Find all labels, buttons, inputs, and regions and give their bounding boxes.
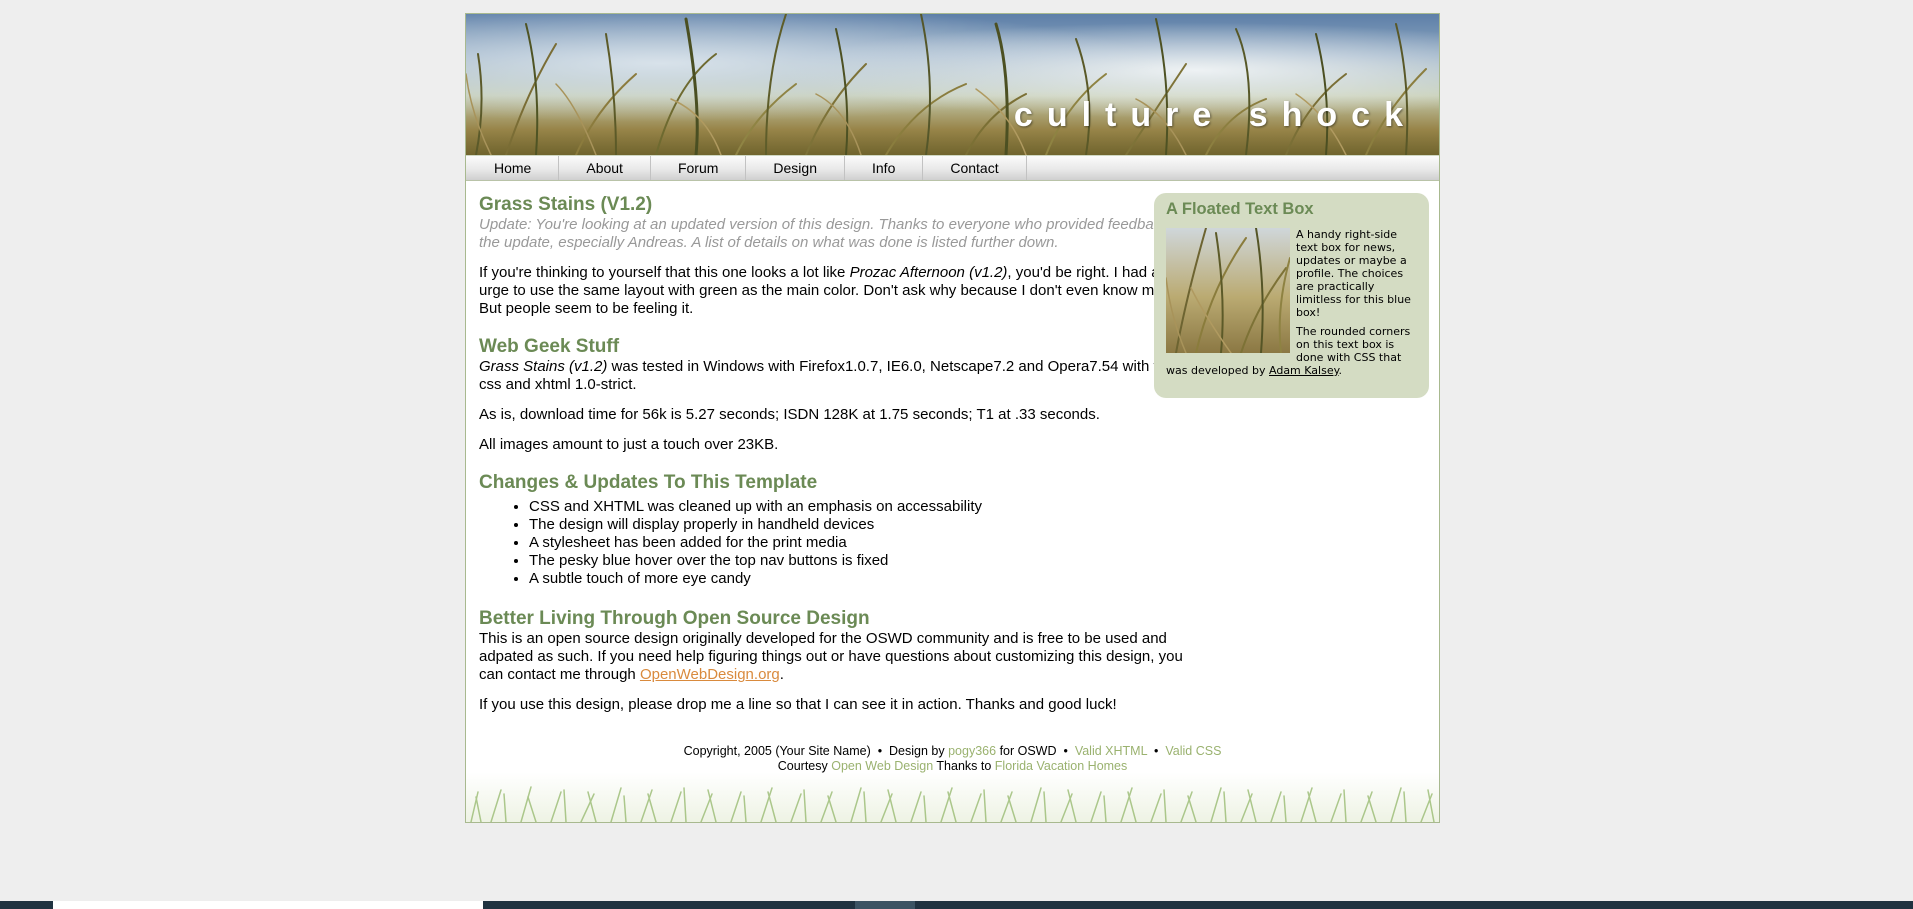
openwebdesign-link[interactable]: OpenWebDesign.org [640, 666, 780, 683]
separator: • [1154, 744, 1159, 758]
page-container: culture shock Home About Forum Design In… [465, 13, 1440, 823]
thanks-to-text: Thanks to [936, 759, 992, 773]
testing-paragraph: Grass Stains (v1.2) was tested in Window… [479, 358, 1199, 394]
design-by-text: Design by [889, 744, 945, 758]
copyright-text: Copyright, 2005 (Your Site Name) [683, 744, 871, 758]
prozac-reference: Prozac Afternoon (v1.2) [849, 264, 1008, 281]
update-note: Update: You're looking at an updated ver… [479, 216, 1191, 251]
heading-web-geek-stuff: Web Geek Stuff [479, 336, 620, 357]
list-item: The design will display properly in hand… [529, 516, 1199, 534]
grass-thumbnail-image [1166, 228, 1290, 353]
separator: • [1063, 744, 1068, 758]
intro-paragraph: If you're thinking to yourself that this… [479, 264, 1199, 318]
florida-vacation-homes-link[interactable]: Florida Vacation Homes [995, 759, 1127, 773]
changes-list: CSS and XHTML was cleaned up with an emp… [479, 498, 1199, 588]
valid-xhtml-link[interactable]: Valid XHTML [1075, 744, 1147, 758]
main-content: Grass Stains (V1.2) Update: You're looki… [479, 194, 1199, 726]
download-time-paragraph: As is, download time for 56k is 5.27 sec… [479, 406, 1100, 423]
author-link[interactable]: pogy366 [948, 744, 996, 758]
floated-text-box: A Floated Text Box A handy right-side te… [1154, 193, 1429, 398]
valid-css-link[interactable]: Valid CSS [1165, 744, 1221, 758]
adam-kalsey-link[interactable]: Adam Kalsey [1269, 364, 1339, 377]
open-source-paragraph: This is an open source design originally… [479, 630, 1199, 684]
closing-paragraph: If you use this design, please drop me a… [479, 696, 1117, 713]
separator: • [877, 744, 883, 758]
taskbar-active-app[interactable] [855, 901, 915, 909]
image-size-paragraph: All images amount to just a touch over 2… [479, 436, 779, 453]
taskbar-search-box[interactable] [53, 901, 483, 909]
os-taskbar [0, 901, 1913, 909]
heading-changes-updates: Changes & Updates To This Template [479, 472, 818, 493]
footer-line-1: Copyright, 2005 (Your Site Name) • Desig… [466, 744, 1439, 759]
open-source-text: This is an open source design originally… [479, 630, 1183, 683]
period: . [779, 666, 784, 683]
nav-info[interactable]: Info [845, 156, 924, 180]
nav-contact[interactable]: Contact [923, 156, 1027, 180]
site-title: culture shock [1013, 96, 1417, 134]
nav-design[interactable]: Design [746, 156, 845, 180]
list-item: CSS and XHTML was cleaned up with an emp… [529, 498, 1199, 516]
footer-text: Copyright, 2005 (Your Site Name) • Desig… [466, 744, 1439, 774]
heading-open-source: Better Living Through Open Source Design [479, 608, 870, 629]
sidebar-title: A Floated Text Box [1166, 200, 1314, 218]
list-item: A subtle touch of more eye candy [529, 570, 1199, 588]
period: . [1338, 364, 1343, 377]
for-oswd-text: for OSWD [999, 744, 1057, 758]
nav-forum[interactable]: Forum [651, 156, 747, 180]
list-item: A stylesheet has been added for the prin… [529, 534, 1199, 552]
footer-line-2: Courtesy Open Web Design Thanks to Flori… [466, 759, 1439, 774]
courtesy-text: Courtesy [777, 759, 828, 773]
nav-home[interactable]: Home [466, 156, 560, 180]
nav-about[interactable]: About [559, 156, 651, 180]
grass-stains-reference: Grass Stains (v1.2) [479, 358, 608, 375]
footer: Copyright, 2005 (Your Site Name) • Desig… [466, 732, 1439, 822]
top-navigation: Home About Forum Design Info Contact [466, 155, 1439, 181]
intro-text: If you're thinking to yourself that this… [479, 264, 850, 281]
list-item: The pesky blue hover over the top nav bu… [529, 552, 1199, 570]
open-web-design-link[interactable]: Open Web Design [831, 759, 933, 773]
header-banner: culture shock [466, 14, 1439, 155]
heading-grass-stains: Grass Stains (V1.2) [479, 194, 653, 215]
